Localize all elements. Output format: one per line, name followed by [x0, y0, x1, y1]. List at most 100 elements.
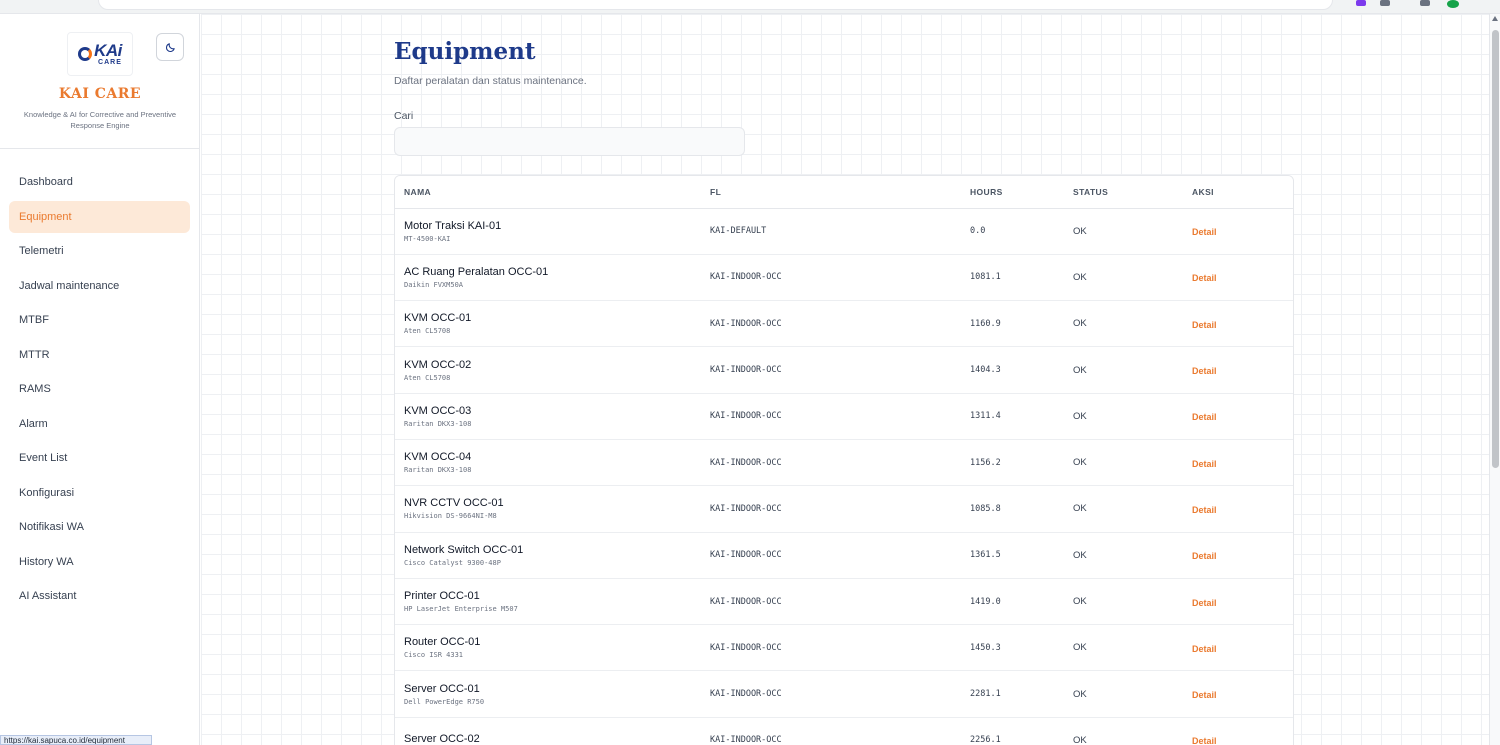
detail-link[interactable]: Detail [1192, 366, 1217, 376]
table-row: Server OCC-01 Dell PowerEdge R750 KAI-INDO… [395, 671, 1293, 718]
column-header-nama[interactable]: NAMA [395, 176, 710, 209]
sidebar-item-history-wa[interactable]: History WA [9, 546, 190, 578]
equipment-model: Daikin FVXM50A [404, 280, 464, 289]
equipment-name: Network Switch OCC-01 [404, 543, 524, 556]
sidebar-item-alarm[interactable]: Alarm [9, 408, 190, 440]
equipment-model: MT-4500-KAI [404, 234, 451, 243]
brand-header: KAi CARE KAI CARE Knowledge & AI for Cor… [0, 14, 199, 149]
equipment-fl: KAI-INDOOR-OCC [710, 411, 782, 422]
status-badge: OK [1073, 642, 1087, 654]
equipment-model: Hikvision DS-9664NI-M8 [404, 512, 497, 521]
logo-text: KAi [94, 41, 122, 60]
equipment-fl: KAI-INDOOR-OCC [710, 503, 782, 514]
detail-link[interactable]: Detail [1192, 505, 1217, 515]
detail-link[interactable]: Detail [1192, 690, 1217, 700]
equipment-fl: KAI-INDOOR-OCC [710, 550, 782, 561]
table-row: KVM OCC-02 Aten CL5708 KAI-INDOOR-OCC 1404.… [395, 347, 1293, 394]
status-badge: OK [1073, 318, 1087, 330]
detail-link[interactable]: Detail [1192, 320, 1217, 330]
status-badge: OK [1073, 688, 1087, 700]
equipment-hours: 1156.2 [970, 457, 1001, 468]
sidebar: KAi CARE KAI CARE Knowledge & AI for Cor… [0, 14, 200, 745]
table-row: Motor Traksi KAI-01 MT-4500-KAI KAI-DEFAUL… [395, 208, 1293, 255]
equipment-hours: 0.0 [970, 226, 986, 237]
sidebar-item-mtbf[interactable]: MTBF [9, 304, 190, 336]
detail-link[interactable]: Detail [1192, 598, 1217, 608]
equipment-name: NVR CCTV OCC-01 [404, 497, 504, 510]
status-badge: OK [1073, 596, 1087, 608]
sidebar-item-notifikasi-wa[interactable]: Notifikasi WA [9, 511, 190, 543]
equipment-fl: KAI-INDOOR-OCC [710, 689, 782, 700]
column-header-status[interactable]: STATUS [1073, 176, 1192, 209]
scroll-up-icon[interactable] [1492, 16, 1498, 21]
browser-toolbar [0, 0, 1500, 14]
status-badge: OK [1073, 364, 1087, 376]
equipment-model: Raritan DKX3-108 [404, 466, 472, 475]
table-row: KVM OCC-04 Raritan DKX3-108 KAI-INDOOR-OCC… [395, 439, 1293, 486]
extension-icon[interactable] [1380, 0, 1390, 6]
equipment-fl: KAI-DEFAULT [710, 226, 767, 237]
scrollbar-thumb[interactable] [1492, 30, 1499, 468]
table-row: KVM OCC-03 Raritan DKX3-108 KAI-INDOOR-OCC… [395, 393, 1293, 440]
equipment-name: KVM OCC-04 [404, 451, 472, 464]
extension-icon[interactable] [1356, 0, 1366, 6]
profile-icon[interactable] [1447, 0, 1459, 8]
main-content: Equipment Daftar peralatan dan status ma… [201, 14, 1489, 745]
detail-link[interactable]: Detail [1192, 412, 1217, 422]
sidebar-item-ai-assistant[interactable]: AI Assistant [9, 580, 190, 612]
equipment-hours: 1450.3 [970, 642, 1001, 653]
column-header-aksi: AKSI [1192, 176, 1293, 209]
table-row: Printer OCC-01 HP LaserJet Enterprise M50… [395, 578, 1293, 625]
sidebar-item-rams[interactable]: RAMS [9, 373, 190, 405]
extension-icon[interactable] [1420, 0, 1430, 6]
equipment-name: Server OCC-01 [404, 682, 480, 695]
equipment-model: Dell PowerEdge R750 [404, 697, 485, 706]
search-label: Cari [394, 110, 414, 122]
sidebar-item-konfigurasi[interactable]: Konfigurasi [9, 477, 190, 509]
column-header-hours[interactable]: HOURS [970, 176, 1073, 209]
detail-link[interactable]: Detail [1192, 227, 1217, 237]
status-badge: OK [1073, 457, 1087, 469]
column-header-fl[interactable]: FL [710, 176, 970, 209]
sidebar-item-event-list[interactable]: Event List [9, 442, 190, 474]
detail-link[interactable]: Detail [1192, 736, 1217, 745]
page-scrollbar[interactable] [1489, 14, 1500, 745]
detail-link[interactable]: Detail [1192, 273, 1217, 283]
page-subtitle: Daftar peralatan dan status maintenance. [394, 75, 587, 87]
equipment-hours: 1160.9 [970, 318, 1001, 329]
equipment-model: Cisco ISR 4331 [404, 651, 464, 660]
equipment-fl: KAI-INDOOR-OCC [710, 365, 782, 376]
sidebar-item-mttr[interactable]: MTTR [9, 339, 190, 371]
detail-link[interactable]: Detail [1192, 459, 1217, 469]
equipment-model: Aten CL5708 [404, 327, 451, 336]
page-title: Equipment [394, 38, 536, 65]
equipment-hours: 1085.8 [970, 503, 1001, 514]
status-bar-url: https://kai.sapuca.co.id/equipment [0, 735, 152, 745]
sidebar-item-dashboard[interactable]: Dashboard [9, 166, 190, 198]
detail-link[interactable]: Detail [1192, 551, 1217, 561]
equipment-hours: 2256.1 [970, 735, 1001, 745]
browser-address-bar[interactable] [98, 0, 1333, 10]
equipment-model: Raritan DKX3-108 [404, 419, 472, 428]
equipment-hours: 1361.5 [970, 550, 1001, 561]
status-badge: OK [1073, 410, 1087, 422]
sidebar-item-telemetri[interactable]: Telemetri [9, 235, 190, 267]
sidebar-item-equipment[interactable]: Equipment [9, 200, 190, 233]
search-input[interactable] [394, 127, 745, 156]
equipment-hours: 2281.1 [970, 689, 1001, 700]
equipment-fl: KAI-INDOOR-OCC [710, 272, 782, 283]
equipment-name: KVM OCC-01 [404, 312, 472, 325]
equipment-fl: KAI-INDOOR-OCC [710, 457, 782, 468]
equipment-hours: 1419.0 [970, 596, 1001, 607]
equipment-name: AC Ruang Peralatan OCC-01 [404, 265, 549, 278]
logo-mark-icon [78, 47, 93, 61]
logo[interactable]: KAi CARE [67, 32, 133, 76]
sidebar-item-jadwal-maintenance[interactable]: Jadwal maintenance [9, 270, 190, 302]
theme-toggle-button[interactable] [156, 33, 184, 61]
status-badge: OK [1073, 503, 1087, 515]
table-row: Router OCC-01 Cisco ISR 4331 KAI-INDOOR-OC… [395, 625, 1293, 671]
equipment-model: Cisco Catalyst 9300-48P [404, 558, 501, 567]
equipment-model: HP LaserJet Enterprise M507 [404, 605, 518, 614]
status-badge: OK [1073, 271, 1087, 283]
detail-link[interactable]: Detail [1192, 644, 1217, 654]
